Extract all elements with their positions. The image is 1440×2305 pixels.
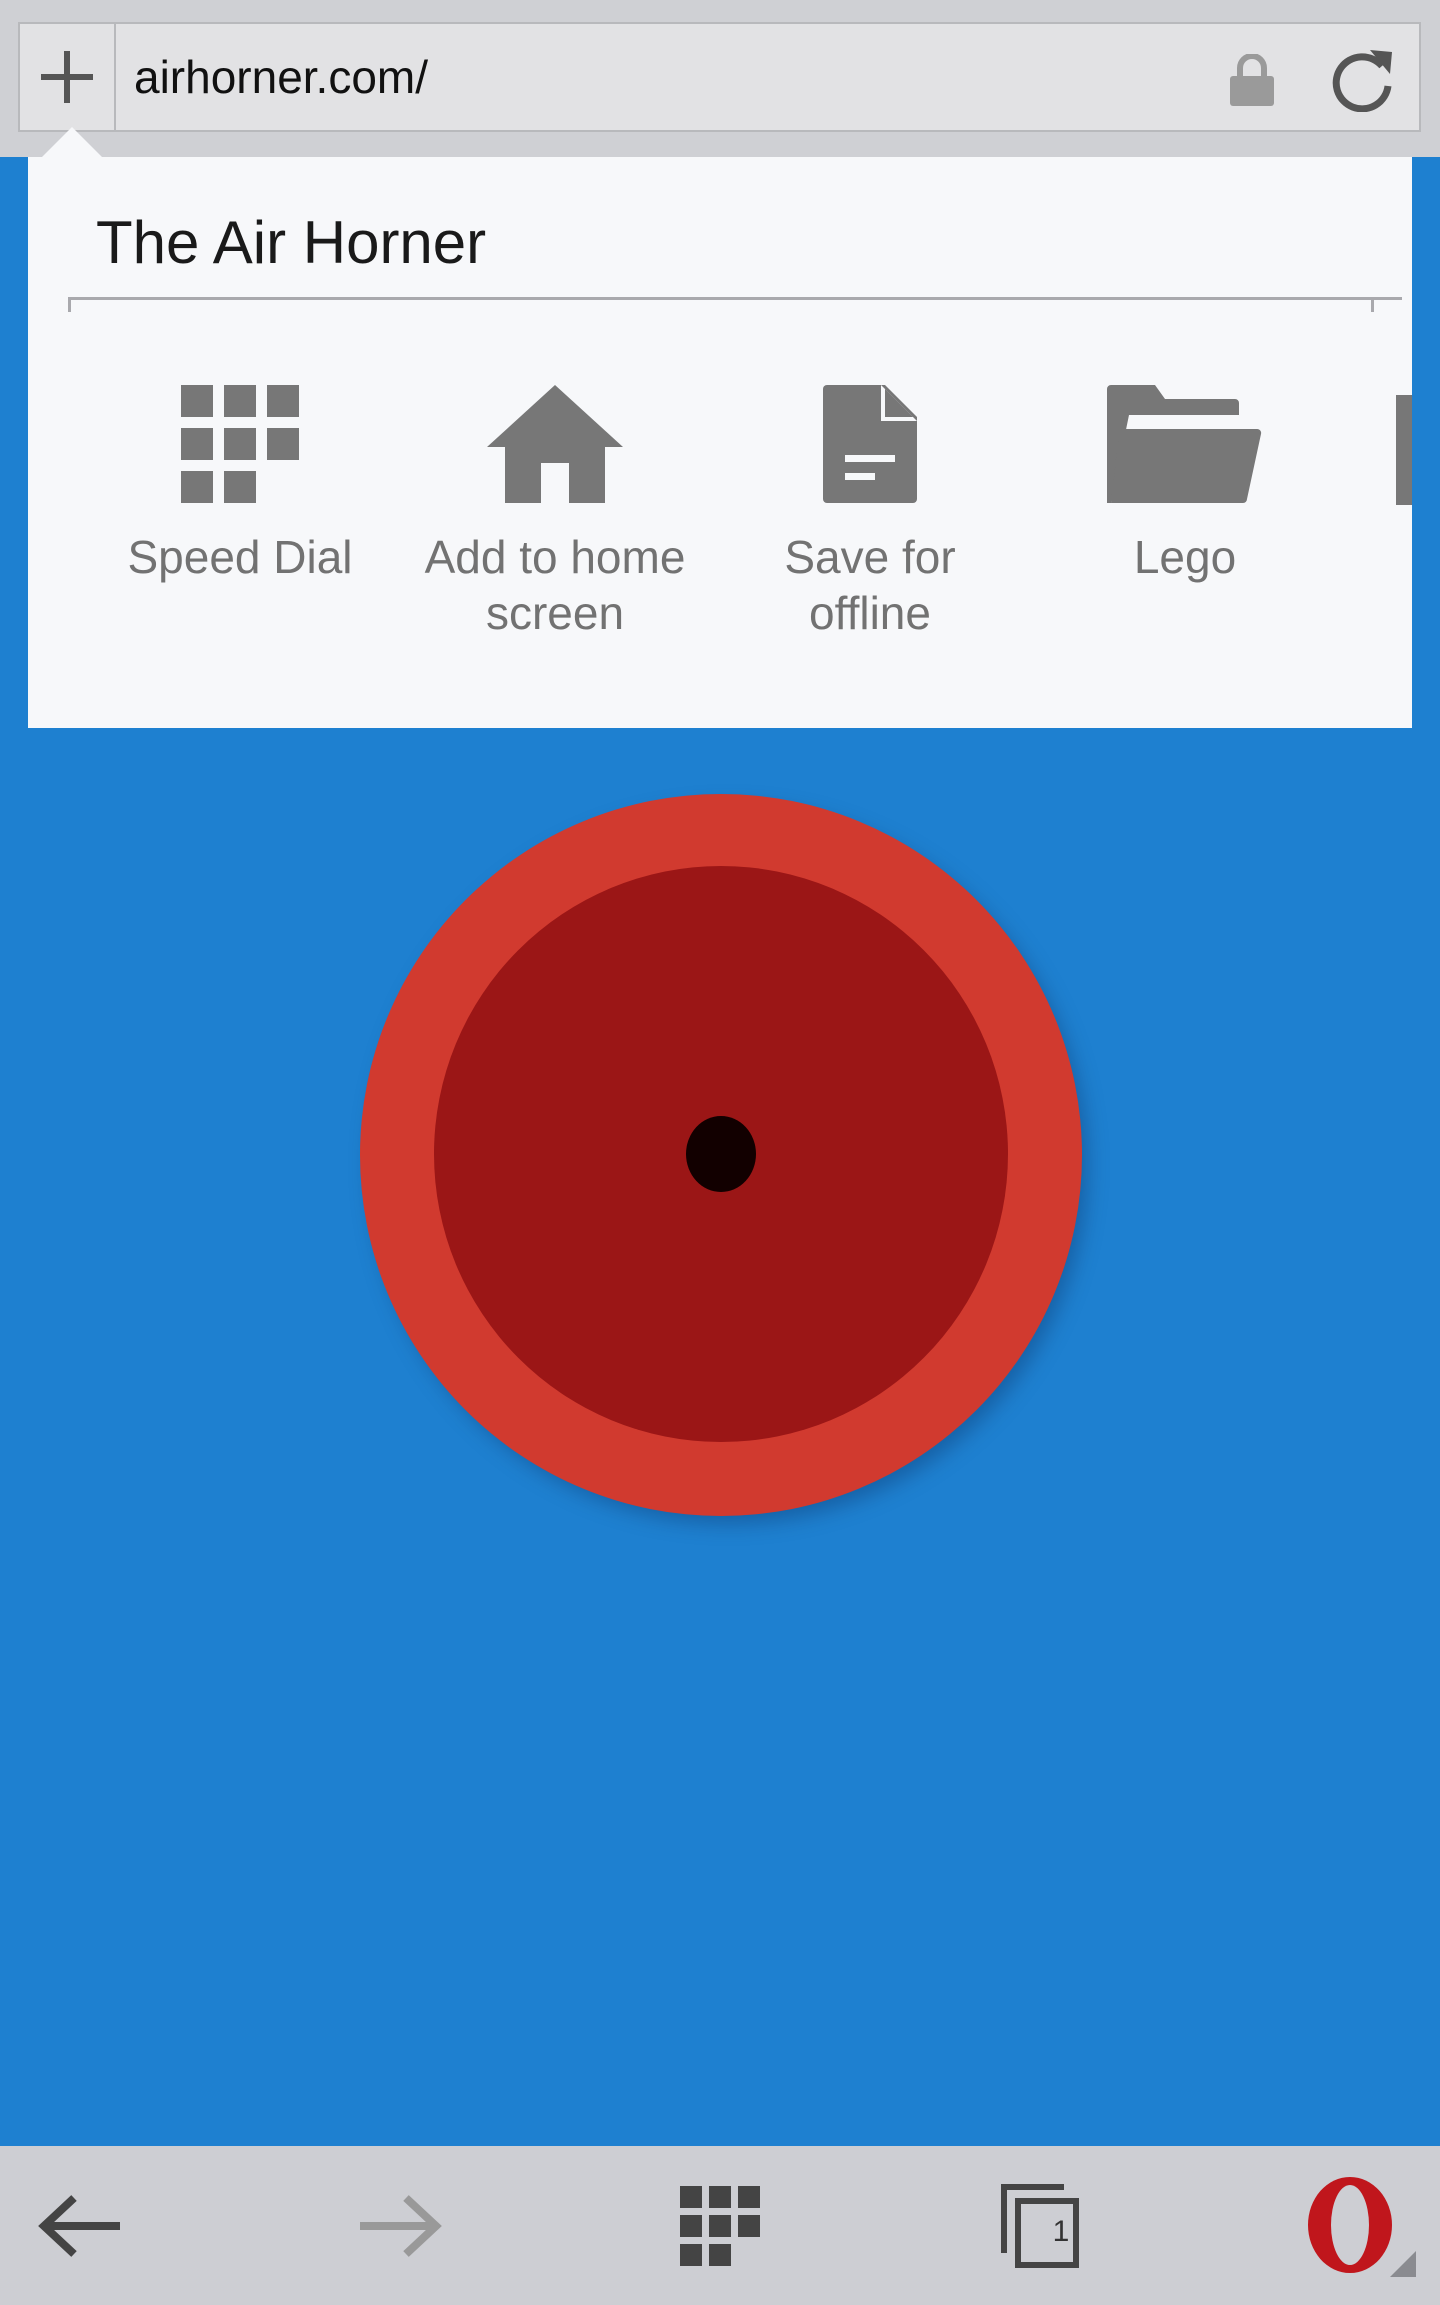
add-to-home-screen-action[interactable]: Add to home screen	[405, 377, 705, 641]
back-button[interactable]	[30, 2146, 130, 2305]
lego-folder-action[interactable]: Lego	[1035, 377, 1335, 585]
speed-dial-grid-icon	[181, 385, 299, 503]
forward-arrow-icon	[360, 2194, 442, 2257]
opera-menu-button[interactable]	[1300, 2146, 1420, 2305]
lego-label: Lego	[1133, 531, 1237, 583]
folder-icon	[1107, 385, 1262, 503]
address-bar: airhorner.com/	[0, 0, 1440, 157]
url-field[interactable]: airhorner.com/	[18, 22, 1421, 132]
tab-count: 1	[1052, 2215, 1070, 2248]
plus-icon	[41, 51, 93, 103]
page-title-input[interactable]	[68, 215, 1402, 300]
speed-dial-grid-icon	[680, 2185, 760, 2266]
partial-folder-icon	[1396, 395, 1412, 505]
speed-dial-action[interactable]: Speed Dial	[90, 377, 390, 585]
lock-icon	[1230, 54, 1274, 106]
popup-caret	[40, 127, 104, 159]
home-icon	[487, 385, 623, 503]
speed-dial-button[interactable]	[668, 2146, 772, 2305]
add-page-popup: Speed Dial Add to homescreen Save foroff…	[28, 157, 1412, 728]
save-for-offline-action[interactable]: Save for offline	[720, 377, 1020, 641]
speed-dial-label: Speed Dial	[127, 531, 353, 583]
save-for-offline-label: Save for offline	[784, 531, 956, 639]
reload-icon[interactable]	[1330, 46, 1396, 112]
bottom-navigation-bar	[0, 2146, 1440, 2305]
url-text[interactable]: airhorner.com/	[134, 24, 428, 130]
forward-button[interactable]	[350, 2146, 450, 2305]
new-tab-button[interactable]	[20, 24, 116, 130]
air-horn-center-dot	[686, 1116, 756, 1192]
title-underline	[68, 298, 1374, 312]
add-to-home-label: Add to home screen	[424, 531, 686, 639]
back-arrow-icon	[38, 2194, 120, 2257]
opera-logo-icon	[1308, 2176, 1416, 2277]
document-icon	[823, 385, 917, 503]
